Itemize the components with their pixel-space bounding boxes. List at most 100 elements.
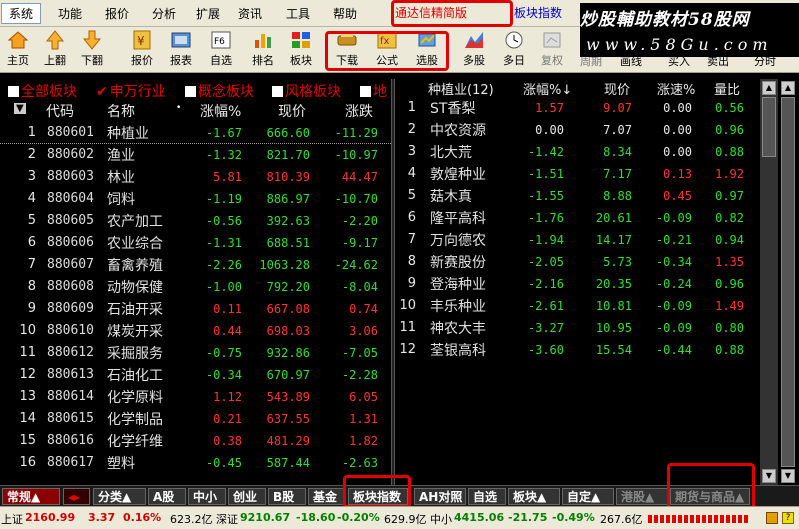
toolbar-formula-button[interactable]: fx 公式	[372, 29, 402, 71]
row-index: 10	[19, 323, 36, 338]
toolbar-home-button[interactable]: 主页	[3, 29, 33, 71]
toolbar-watchlist-button[interactable]: F6 自选	[206, 29, 236, 71]
side-scroll-up-icon[interactable]: ▲	[781, 81, 795, 95]
side-scrollbar[interactable]: ▲ ▼	[778, 79, 799, 485]
toolbar-report-button[interactable]: 报表	[166, 29, 196, 71]
menu-analysis[interactable]: 分析	[152, 5, 176, 22]
menu-help[interactable]: 帮助	[333, 5, 357, 22]
table-row[interactable]: 6 880606 农业综合 -1.31 688.51 -9.17	[0, 232, 391, 254]
tab-hk-stocks[interactable]: 港股▲	[616, 488, 668, 505]
col-change-pct[interactable]: 涨幅%	[200, 101, 241, 121]
col-change[interactable]: 涨跌	[345, 101, 373, 121]
table-row[interactable]: 7 880607 畜禽养殖 -2.26 1063.28 -24.62	[0, 254, 391, 276]
tab-sme[interactable]: 中小	[188, 488, 226, 505]
col-speed[interactable]: 涨速%	[657, 79, 695, 98]
tab-watchlist[interactable]: 自选	[468, 488, 506, 505]
tab-all-blocks[interactable]: 全部板块	[8, 81, 77, 101]
table-row[interactable]: 3 880603 林业 5.81 810.39 44.47	[0, 166, 391, 188]
tab-futures-commodities[interactable]: 期货与商品▲	[670, 488, 750, 505]
pane-divider[interactable]	[391, 79, 395, 485]
scroll-down-icon[interactable]: ▼	[762, 469, 776, 483]
table-row[interactable]: 14 880615 化学制品 0.21 637.55 1.31	[0, 408, 391, 430]
table-row[interactable]: 8 880608 动物保健 -1.00 792.20 -8.04	[0, 276, 391, 298]
table-row[interactable]: 5 菇木真 -1.55 8.88 0.45 0.97	[396, 185, 760, 207]
table-row[interactable]: 16 880617 塑料 -0.45 587.44 -2.63	[0, 452, 391, 474]
table-row[interactable]: 13 880614 化学原料 1.12 543.89 6.05	[0, 386, 391, 408]
table-row[interactable]: 6 隆平高科 -1.76 20.61 -0.09 0.82	[396, 207, 760, 229]
toolbar-restore-button[interactable]: 复权	[537, 29, 567, 71]
table-row[interactable]: 12 荃银高科 -3.60 15.54 -0.44 0.88	[396, 339, 760, 361]
table-row[interactable]: 9 880609 石油开采 0.11 667.08 0.74	[0, 298, 391, 320]
toolbar-multi-day-button[interactable]: 多日	[499, 29, 529, 71]
table-row[interactable]: 9 登海种业 -2.16 20.35 -0.24 0.96	[396, 273, 760, 295]
tab-block-index[interactable]: 板块指数	[348, 488, 408, 505]
menu-function[interactable]: 功能	[58, 5, 82, 22]
table-row[interactable]: 7 万向德农 -1.94 14.17 -0.21 0.94	[396, 229, 760, 251]
table-row[interactable]: 5 880605 农产加工 -0.56 392.63 -2.20	[0, 210, 391, 232]
tab-shenwan-industry[interactable]: ✔ 申万行业	[96, 81, 166, 101]
table-row[interactable]: 2 880602 渔业 -1.32 821.70 -10.97	[0, 144, 391, 166]
row-volume-ratio: 0.88	[715, 145, 744, 159]
col-volume-ratio[interactable]: 量比	[714, 79, 740, 98]
tab-chinext[interactable]: 创业	[228, 488, 266, 505]
scroll-up-icon[interactable]: ▲	[762, 81, 776, 95]
toolbar-quote-button[interactable]: ¥ 报价	[127, 29, 157, 71]
table-row[interactable]: 4 880604 饲料 -1.19 886.97 -10.70	[0, 188, 391, 210]
col-name[interactable]: 名称	[107, 101, 135, 121]
table-row[interactable]: 1 880601 种植业 -1.67 666.60 -11.29	[0, 122, 391, 144]
zx-value: 4415.06	[454, 511, 505, 524]
row-index: 6	[27, 235, 36, 250]
toolbar-page-up-button[interactable]: 上翻	[40, 29, 70, 71]
scroll-thumb[interactable]	[762, 97, 776, 157]
tab-nav-arrows[interactable]: ◂▸	[63, 488, 90, 505]
table-row[interactable]: 10 880610 煤炭开采 0.44 698.03 3.06	[0, 320, 391, 342]
table-row[interactable]: 11 880612 采掘服务 -0.75 932.86 -7.05	[0, 342, 391, 364]
table-row[interactable]: 12 880613 石油化工 -0.34 670.97 -2.28	[0, 364, 391, 386]
tab-region-blocks[interactable]: 地	[360, 81, 387, 101]
side-scroll-down-icon[interactable]: ▼	[781, 469, 795, 483]
tab-category[interactable]: 分类▲	[93, 488, 146, 505]
table-row[interactable]: 4 敦煌种业 -1.51 7.17 0.13 1.92	[396, 163, 760, 185]
table-row[interactable]: 8 新赛股份 -2.05 5.73 -0.34 1.35	[396, 251, 760, 273]
tab-normal[interactable]: 常规▲	[2, 488, 60, 505]
col-code[interactable]: 代码	[46, 101, 74, 121]
tab-custom[interactable]: 自定▲	[562, 488, 614, 505]
table-row[interactable]: 15 880616 化学纤维 0.38 481.29 1.82	[0, 430, 391, 452]
tab-style-blocks[interactable]: 风格板块	[272, 81, 341, 101]
table-row[interactable]: 1 ST香梨 1.57 9.07 0.00 0.56	[396, 97, 760, 119]
col-price[interactable]: 现价	[604, 79, 630, 98]
toolbar-download-button[interactable]: 下载	[332, 29, 362, 71]
tab-ah-compare[interactable]: AH对照	[414, 488, 466, 505]
tab-blocks[interactable]: 板块▲	[508, 488, 560, 505]
tab-concept-blocks[interactable]: 概念板块	[185, 81, 254, 101]
toolbar-page-down-button[interactable]: 下翻	[77, 29, 107, 71]
table-row[interactable]: 10 丰乐种业 -2.61 10.81 -0.09 1.49	[396, 295, 760, 317]
row-code: 880613	[47, 367, 94, 382]
tab-a-shares[interactable]: A股	[148, 488, 186, 505]
col-change-pct-sorted[interactable]: 涨幅%↓	[523, 79, 572, 98]
tab-funds[interactable]: 基金	[308, 488, 346, 505]
row-speed: 0.13	[663, 167, 692, 181]
tab-b-shares[interactable]: B股	[268, 488, 306, 505]
table-row[interactable]: 11 神农大丰 -3.27 10.95 -0.09 0.80	[396, 317, 760, 339]
table-row[interactable]: 3 北大荒 -1.42 8.34 0.00 0.88	[396, 141, 760, 163]
menu-tools[interactable]: 工具	[286, 5, 310, 22]
zx-label: 中小	[430, 513, 452, 526]
col-price[interactable]: 现价	[278, 101, 306, 121]
vertical-scrollbar[interactable]: ▲ ▼	[760, 79, 778, 485]
sort-dropdown-icon[interactable]: ▼	[14, 103, 26, 114]
row-price: 7.07	[603, 123, 632, 137]
alert-icon[interactable]	[766, 512, 778, 524]
side-scroll-thumb[interactable]	[781, 97, 795, 467]
menu-system[interactable]: 系统	[1, 3, 42, 24]
col-block-name[interactable]: 种植业(12)	[428, 79, 494, 98]
help-icon[interactable]: ?	[782, 512, 794, 524]
toolbar-stock-pick-button[interactable]: 选股	[412, 29, 442, 71]
toolbar-blocks-button[interactable]: 板块	[286, 29, 316, 71]
menu-extend[interactable]: 扩展	[196, 5, 220, 22]
menu-quote[interactable]: 报价	[105, 5, 129, 22]
toolbar-ranking-button[interactable]: 排名	[248, 29, 278, 71]
menu-news[interactable]: 资讯	[238, 5, 262, 22]
table-row[interactable]: 2 中农资源 0.00 7.07 0.00 0.96	[396, 119, 760, 141]
toolbar-multi-stock-button[interactable]: 多股	[459, 29, 489, 71]
